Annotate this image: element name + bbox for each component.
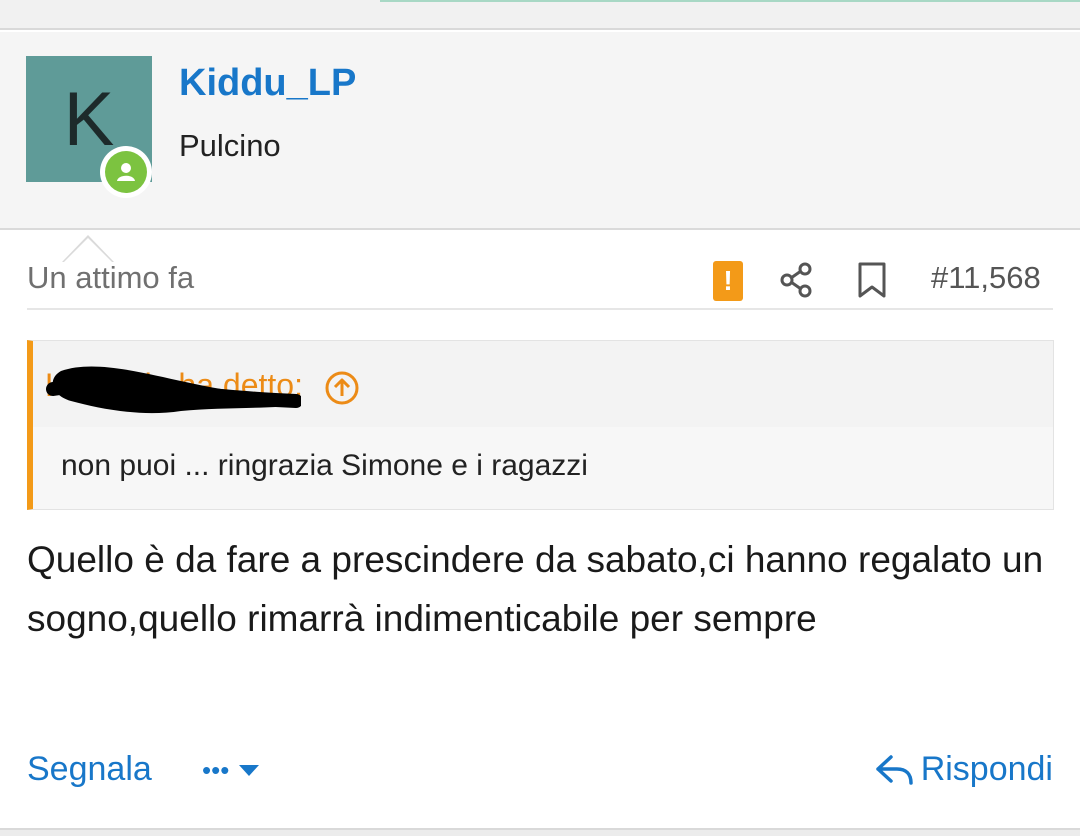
bookmark-icon[interactable]: [855, 260, 889, 300]
top-strip: [0, 0, 1080, 30]
post-meta-row: Un attimo fa ! #11,568: [27, 258, 1053, 310]
quote-text: non puoi ... ringrazia Simone e i ragazz…: [61, 449, 588, 482]
reply-button[interactable]: Rispondi: [875, 750, 1053, 789]
arrow-up-circle-icon[interactable]: [324, 370, 360, 406]
forum-post-screen: K Kiddu_LP Pulcino Un attimo fa ! #11,56…: [0, 0, 1080, 836]
report-warning-icon[interactable]: !: [713, 261, 743, 301]
report-link[interactable]: Segnala: [27, 750, 152, 789]
reply-arrow-icon: [875, 754, 913, 785]
post-timestamp[interactable]: Un attimo fa: [27, 260, 194, 296]
share-icon[interactable]: [777, 260, 817, 300]
post-number[interactable]: #11,568: [931, 260, 1041, 296]
redaction-scribble: [46, 366, 301, 414]
author-username[interactable]: Kiddu_LP: [179, 62, 356, 105]
quote-block: Kazan ie ha detto: non puoi ... ringrazi…: [27, 340, 1054, 510]
post-message: Quello è da fare a prescindere da sabato…: [27, 539, 1044, 639]
online-status-badge: [100, 146, 152, 198]
quote-header: Kazan ie ha detto:: [33, 341, 1053, 427]
post-actions: Segnala ••• Rispondi: [27, 744, 1053, 804]
post-author-header: K Kiddu_LP Pulcino: [0, 32, 1080, 262]
avatar-letter: K: [63, 76, 115, 162]
more-dots-icon: •••: [202, 754, 230, 785]
top-accent-line: [380, 0, 1080, 2]
author-title: Pulcino: [179, 128, 281, 163]
bottom-divider: [0, 828, 1080, 836]
user-online-icon: [105, 151, 147, 193]
chevron-down-icon: [239, 765, 260, 776]
more-options-menu[interactable]: •••: [202, 750, 261, 790]
reply-label: Rispondi: [920, 750, 1053, 788]
